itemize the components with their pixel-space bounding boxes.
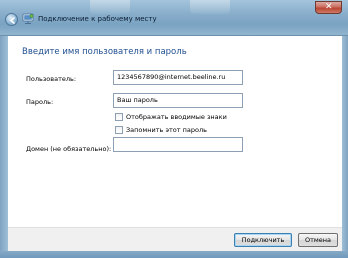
close-icon: ✕ (325, 2, 333, 12)
back-arrow-icon (9, 16, 16, 25)
username-label: Пользователь: (26, 75, 77, 83)
cancel-button[interactable]: Отмена (298, 233, 338, 247)
domain-input[interactable] (113, 137, 243, 152)
network-connection-icon (22, 13, 34, 25)
back-button[interactable] (5, 13, 18, 26)
window-frame-left (0, 36, 8, 251)
button-bar: Подключить Отмена (8, 227, 342, 251)
window-title: Подключение к рабочему месту (38, 15, 157, 23)
page-heading: Введите имя пользователя и пароль (22, 47, 187, 57)
username-input[interactable]: 1234567890@internet.beeline.ru (113, 70, 243, 85)
close-button[interactable]: ✕ (315, 1, 342, 14)
glass-reflection (90, 0, 130, 14)
window-frame-bottom (0, 251, 348, 258)
show-characters-label[interactable]: Отображать вводимые знаки (126, 113, 227, 121)
title-bar: Подключение к рабочему месту ✕ (0, 0, 348, 36)
window-frame-right (342, 36, 348, 251)
remember-password-checkbox[interactable] (115, 126, 123, 134)
glass-reflection (190, 0, 230, 14)
password-label: Пароль: (26, 98, 54, 106)
connect-button[interactable]: Подключить (234, 233, 292, 247)
password-input[interactable]: Ваш пароль (113, 93, 243, 108)
remember-password-label[interactable]: Запомнить этот пароль (126, 126, 207, 134)
domain-label: Домен (не обязательно): (26, 145, 112, 153)
show-characters-checkbox[interactable] (115, 113, 123, 121)
dialog-content: Введите имя пользователя и пароль Пользо… (8, 36, 342, 227)
